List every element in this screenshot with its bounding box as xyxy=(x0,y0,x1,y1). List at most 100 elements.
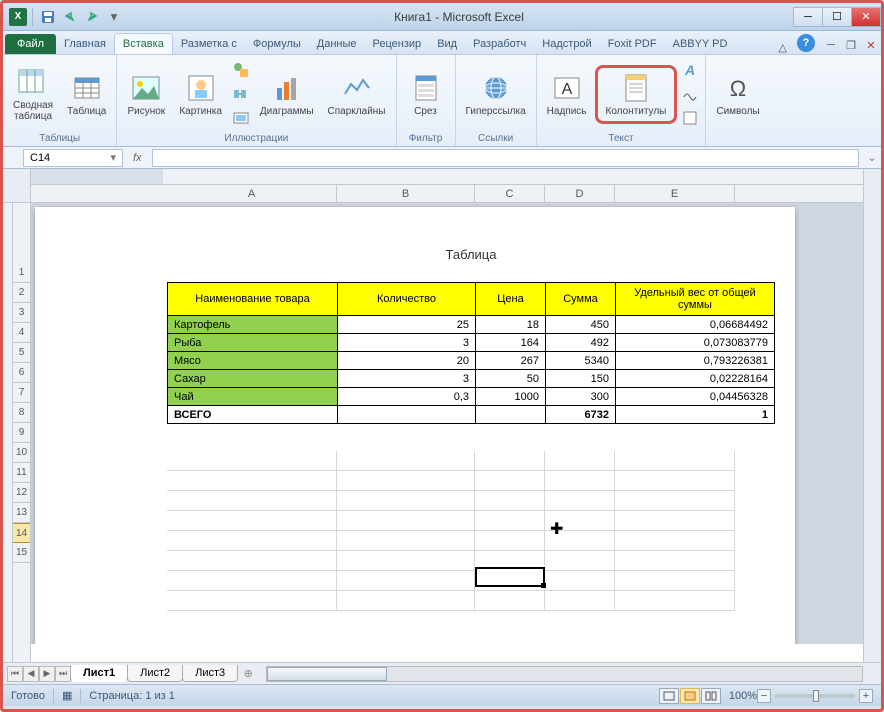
column-header[interactable]: D xyxy=(545,185,615,202)
zoom-out-button[interactable]: − xyxy=(757,689,771,703)
row-header[interactable]: 2 xyxy=(13,283,30,303)
table-cell[interactable]: 0,3 xyxy=(338,388,476,406)
tab-formulas[interactable]: Формулы xyxy=(245,34,309,54)
empty-cell[interactable] xyxy=(615,491,735,511)
table-cell[interactable]: 3 xyxy=(338,370,476,388)
row-header[interactable]: 11 xyxy=(13,463,30,483)
sparklines-button[interactable]: Спарклайны xyxy=(322,70,392,119)
column-header[interactable]: A xyxy=(167,185,337,202)
zoom-level[interactable]: 100% xyxy=(729,690,757,702)
tab-home[interactable]: Главная xyxy=(56,34,114,54)
empty-cell[interactable] xyxy=(475,571,545,591)
tab-view[interactable]: Вид xyxy=(429,34,465,54)
zoom-in-button[interactable]: + xyxy=(859,689,873,703)
table-cell[interactable]: 6732 xyxy=(546,406,616,424)
tab-addins[interactable]: Надстрой xyxy=(534,34,599,54)
tab-abbyy[interactable]: ABBYY PD xyxy=(665,34,736,54)
empty-cell[interactable] xyxy=(545,491,615,511)
macro-record-icon[interactable]: ▦ xyxy=(62,689,72,702)
empty-cell[interactable] xyxy=(545,451,615,471)
empty-cell[interactable] xyxy=(615,591,735,611)
object-button[interactable] xyxy=(679,107,701,129)
table-cell[interactable]: 1000 xyxy=(476,388,546,406)
pivot-table-button[interactable]: Сводная таблица xyxy=(7,64,59,124)
fx-button[interactable]: fx xyxy=(129,152,146,164)
table-header-cell[interactable]: Количество xyxy=(338,283,476,316)
table-cell[interactable]: 1 xyxy=(616,406,775,424)
table-header-cell[interactable]: Удельный вес от общей суммы xyxy=(616,283,775,316)
formula-input[interactable] xyxy=(152,149,859,167)
empty-cell[interactable] xyxy=(615,511,735,531)
column-header[interactable]: C xyxy=(475,185,545,202)
empty-cell[interactable] xyxy=(167,571,337,591)
mdi-minimize-button[interactable]: ─ xyxy=(821,36,841,54)
table-row[interactable]: Чай0,310003000,04456328 xyxy=(168,388,775,406)
row-header[interactable]: 3 xyxy=(13,303,30,323)
formula-expand-button[interactable]: ⌄ xyxy=(863,151,881,164)
column-header[interactable]: E xyxy=(615,185,735,202)
empty-cell[interactable] xyxy=(545,571,615,591)
table-total-row[interactable]: ВСЕГО67321 xyxy=(168,406,775,424)
empty-cell[interactable] xyxy=(337,511,475,531)
table-cell[interactable]: 20 xyxy=(338,352,476,370)
tab-nav-prev[interactable]: ◀ xyxy=(23,666,39,682)
table-header-cell[interactable]: Наименование товара xyxy=(168,283,338,316)
tab-nav-next[interactable]: ▶ xyxy=(39,666,55,682)
tab-review[interactable]: Рецензир xyxy=(365,34,430,54)
table-cell[interactable]: 25 xyxy=(338,316,476,334)
file-tab[interactable]: Файл xyxy=(5,34,56,54)
qat-customize-button[interactable]: ▾ xyxy=(104,7,124,27)
mdi-close-button[interactable]: ✕ xyxy=(861,36,881,54)
empty-cell[interactable] xyxy=(615,471,735,491)
table-header-cell[interactable]: Сумма xyxy=(546,283,616,316)
table-cell[interactable]: 5340 xyxy=(546,352,616,370)
empty-cell[interactable] xyxy=(615,551,735,571)
empty-cell[interactable] xyxy=(615,531,735,551)
select-all-corner[interactable] xyxy=(3,169,31,203)
header-footer-button[interactable]: Колонтитулы xyxy=(600,70,673,119)
view-pagelayout-button[interactable] xyxy=(680,688,700,704)
table-row[interactable]: Рыба31644920,073083779 xyxy=(168,334,775,352)
empty-cell[interactable] xyxy=(545,511,615,531)
table-cell[interactable]: Чай xyxy=(168,388,338,406)
tab-pagelayout[interactable]: Разметка с xyxy=(173,34,245,54)
tab-data[interactable]: Данные xyxy=(309,34,365,54)
tab-foxit[interactable]: Foxit PDF xyxy=(600,34,665,54)
table-cell[interactable]: 3 xyxy=(338,334,476,352)
empty-cell[interactable] xyxy=(475,511,545,531)
column-header[interactable]: B xyxy=(337,185,475,202)
ribbon-minimize-button[interactable]: △ xyxy=(775,41,791,54)
add-sheet-button[interactable]: ⊕ xyxy=(238,667,258,680)
save-button[interactable] xyxy=(38,7,58,27)
row-header[interactable]: 7 xyxy=(13,383,30,403)
tab-nav-first[interactable]: ⏮ xyxy=(7,666,23,682)
help-button[interactable]: ? xyxy=(797,34,815,52)
table-cell[interactable]: 0,073083779 xyxy=(616,334,775,352)
empty-cell[interactable] xyxy=(475,591,545,611)
empty-cell[interactable] xyxy=(337,571,475,591)
table-row[interactable]: Картофель25184500,06684492 xyxy=(168,316,775,334)
empty-cell[interactable] xyxy=(167,471,337,491)
sheet-tab-1[interactable]: Лист1 xyxy=(70,665,128,682)
close-button[interactable]: ✕ xyxy=(851,7,881,27)
row-header[interactable]: 13 xyxy=(13,503,30,523)
table-cell[interactable]: 300 xyxy=(546,388,616,406)
sheet-tab-2[interactable]: Лист2 xyxy=(127,665,183,682)
empty-cell[interactable] xyxy=(167,591,337,611)
table-row[interactable]: Мясо2026753400,793226381 xyxy=(168,352,775,370)
row-header[interactable]: 1 xyxy=(13,263,30,283)
picture-button[interactable]: Рисунок xyxy=(121,70,171,119)
empty-cell[interactable] xyxy=(475,551,545,571)
table-cell[interactable]: Картофель xyxy=(168,316,338,334)
row-header[interactable]: 4 xyxy=(13,323,30,343)
table-cell[interactable]: 164 xyxy=(476,334,546,352)
table-cell[interactable]: 492 xyxy=(546,334,616,352)
empty-cell[interactable] xyxy=(337,451,475,471)
view-normal-button[interactable] xyxy=(659,688,679,704)
signature-button[interactable] xyxy=(679,83,701,105)
row-header[interactable]: 15 xyxy=(13,543,30,563)
table-cell[interactable]: 0,02228164 xyxy=(616,370,775,388)
maximize-button[interactable]: ☐ xyxy=(822,7,852,27)
table-cell[interactable]: Мясо xyxy=(168,352,338,370)
smartart-button[interactable] xyxy=(230,83,252,105)
